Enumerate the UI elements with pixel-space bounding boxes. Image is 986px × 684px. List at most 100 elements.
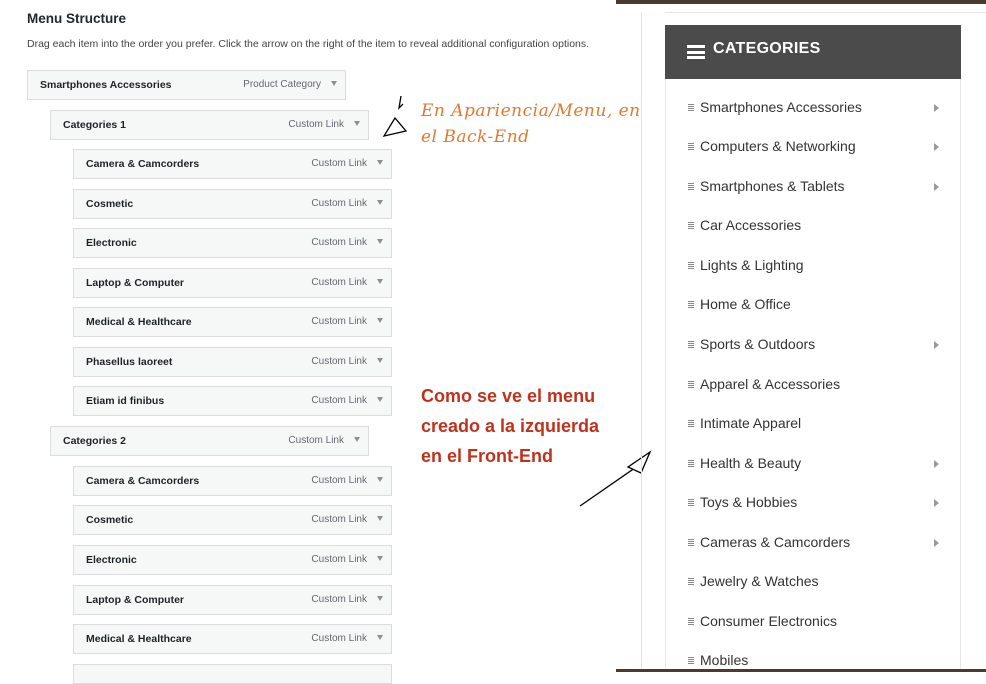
bullet-icon — [688, 104, 694, 111]
menu-item[interactable]: Categories 1 Custom Link — [50, 110, 369, 140]
bullet-icon — [688, 578, 694, 585]
list-icon — [687, 45, 705, 59]
expand-arrow-icon[interactable] — [377, 200, 383, 205]
menu-item-type: Custom Link — [311, 594, 367, 605]
menu-structure-description: Drag each item into the order you prefer… — [27, 38, 590, 50]
menu-item-type: Custom Link — [288, 119, 344, 130]
menu-item[interactable]: Smartphones Accessories Product Category — [27, 70, 346, 100]
expand-arrow-icon[interactable] — [377, 160, 383, 165]
menu-item-label: Medical & Healthcare — [86, 316, 192, 328]
category-label: Intimate Apparel — [700, 415, 802, 431]
category-item[interactable]: Car Accessories — [688, 217, 948, 237]
expand-arrow-icon[interactable] — [354, 437, 360, 442]
category-item[interactable]: Toys & Hobbies — [688, 494, 948, 514]
expand-arrow-icon[interactable] — [331, 81, 337, 86]
chevron-right-icon — [934, 499, 939, 507]
menu-item[interactable]: Medical & Healthcare Custom Link — [73, 624, 392, 654]
menu-item-type: Custom Link — [311, 633, 367, 644]
menu-item-partial[interactable] — [73, 664, 392, 684]
expand-arrow-icon[interactable] — [377, 239, 383, 244]
menu-item-type: Custom Link — [311, 356, 367, 367]
menu-item[interactable]: Laptop & Computer Custom Link — [73, 585, 392, 615]
menu-item[interactable]: Electronic Custom Link — [73, 545, 392, 575]
category-item[interactable]: Intimate Apparel — [688, 415, 948, 435]
menu-item[interactable]: Camera & Camcorders Custom Link — [73, 149, 392, 179]
bullet-icon — [688, 657, 694, 664]
category-item[interactable]: Computers & Networking — [688, 138, 948, 158]
expand-arrow-icon[interactable] — [377, 397, 383, 402]
expand-arrow-icon[interactable] — [354, 121, 360, 126]
expand-arrow-icon[interactable] — [377, 477, 383, 482]
menu-item-label: Camera & Camcorders — [86, 158, 200, 170]
menu-item-label: Camera & Camcorders — [86, 475, 200, 487]
categories-title: CATEGORIES — [713, 40, 821, 57]
category-item[interactable]: Smartphones & Tablets — [688, 178, 948, 198]
bullet-icon — [688, 420, 694, 427]
category-label: Sports & Outdoors — [700, 336, 816, 352]
menu-item[interactable]: Etiam id finibus Custom Link — [73, 386, 392, 416]
chevron-right-icon — [934, 104, 939, 112]
menu-item-label: Cosmetic — [86, 198, 134, 210]
bullet-icon — [688, 262, 694, 269]
frontend-annotation-line: creado a la izquierda — [421, 416, 600, 436]
menu-item-label: Categories 1 — [63, 119, 127, 131]
category-label: Car Accessories — [700, 217, 802, 233]
expand-arrow-icon[interactable] — [377, 318, 383, 323]
category-label: Apparel & Accessories — [700, 376, 841, 392]
category-label: Consumer Electronics — [700, 613, 837, 629]
top-bar — [616, 0, 986, 4]
category-item[interactable]: Jewelry & Watches — [688, 573, 948, 593]
frontend-annotation: Como se ve el menu creado a la izquierda… — [421, 381, 641, 471]
categories-header: CATEGORIES — [665, 25, 961, 79]
menu-item-type: Custom Link — [288, 435, 344, 446]
menu-item-type: Custom Link — [311, 316, 367, 327]
category-label: Home & Office — [700, 296, 791, 312]
frontend-annotation-line: en el Front-End — [421, 446, 553, 466]
category-item[interactable]: Home & Office — [688, 296, 948, 316]
bullet-icon — [688, 183, 694, 190]
expand-arrow-icon[interactable] — [377, 279, 383, 284]
category-item[interactable]: Lights & Lighting — [688, 257, 948, 277]
divider — [665, 12, 986, 13]
menu-item[interactable]: Laptop & Computer Custom Link — [73, 268, 392, 298]
category-item[interactable]: Sports & Outdoors — [688, 336, 948, 356]
menu-item-type: Product Category — [243, 79, 321, 90]
category-label: Jewelry & Watches — [700, 573, 819, 589]
expand-arrow-icon[interactable] — [377, 358, 383, 363]
expand-arrow-icon[interactable] — [377, 596, 383, 601]
chevron-right-icon — [934, 460, 939, 468]
bullet-icon — [688, 499, 694, 506]
category-item[interactable]: Health & Beauty — [688, 455, 948, 475]
menu-item-label: Categories 2 — [63, 435, 127, 447]
menu-item-type: Custom Link — [311, 277, 367, 288]
menu-item[interactable]: Categories 2 Custom Link — [50, 426, 369, 456]
menu-item[interactable]: Camera & Camcorders Custom Link — [73, 466, 392, 496]
category-item[interactable]: Smartphones Accessories — [688, 99, 948, 119]
category-label: Cameras & Camcorders — [700, 534, 851, 550]
expand-arrow-icon[interactable] — [377, 556, 383, 561]
expand-arrow-icon[interactable] — [377, 516, 383, 521]
bullet-icon — [688, 341, 694, 348]
menu-item-label: Laptop & Computer — [86, 277, 184, 289]
menu-item-label: Laptop & Computer — [86, 594, 184, 606]
chevron-right-icon — [934, 143, 939, 151]
chevron-right-icon — [934, 539, 939, 547]
menu-item[interactable]: Cosmetic Custom Link — [73, 189, 392, 219]
bullet-icon — [688, 143, 694, 150]
menu-item-label: Smartphones Accessories — [40, 79, 172, 91]
expand-arrow-icon[interactable] — [377, 635, 383, 640]
bullet-icon — [688, 381, 694, 388]
bullet-icon — [688, 539, 694, 546]
menu-item[interactable]: Cosmetic Custom Link — [73, 505, 392, 535]
bullet-icon — [688, 301, 694, 308]
chevron-right-icon — [934, 341, 939, 349]
menu-item[interactable]: Electronic Custom Link — [73, 228, 392, 258]
menu-item[interactable]: Phasellus laoreet Custom Link — [73, 347, 392, 377]
category-label: Lights & Lighting — [700, 257, 804, 273]
category-item[interactable]: Consumer Electronics — [688, 613, 948, 633]
menu-item-label: Etiam id finibus — [86, 395, 165, 407]
category-item[interactable]: Cameras & Camcorders — [688, 534, 948, 554]
category-item[interactable]: Apparel & Accessories — [688, 376, 948, 396]
menu-item[interactable]: Medical & Healthcare Custom Link — [73, 307, 392, 337]
menu-item-type: Custom Link — [311, 554, 367, 565]
